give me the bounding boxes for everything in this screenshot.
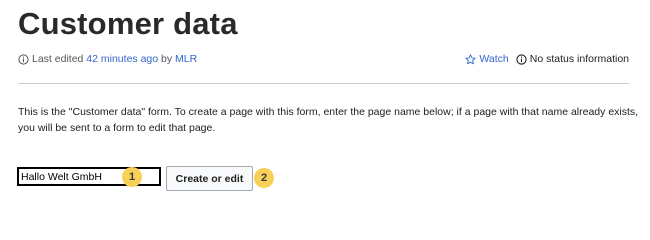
page-title: Customer data xyxy=(18,6,238,41)
step-badge-1: 1 xyxy=(122,167,142,187)
editor-link[interactable]: MLR xyxy=(175,53,197,65)
last-edited-prefix: Last edited xyxy=(32,53,84,65)
last-edited-info: Last edited 42 minutes ago by MLR xyxy=(18,53,197,65)
page-actions: Watch No status information xyxy=(465,53,629,65)
watch-label: Watch xyxy=(479,53,509,65)
status-info-icon xyxy=(516,53,527,65)
header-divider xyxy=(18,83,629,84)
info-icon xyxy=(18,53,29,65)
by-label: by xyxy=(161,53,173,65)
page-meta-bar: Last edited 42 minutes ago by MLR Watch xyxy=(18,53,629,69)
status-label: No status information xyxy=(529,53,629,65)
watch-button[interactable]: Watch xyxy=(465,53,509,65)
last-edited-time-link[interactable]: 42 minutes ago xyxy=(86,53,158,65)
create-or-edit-button[interactable]: Create or edit xyxy=(166,166,253,191)
intro-line-2: you will be sent to a form to edit that … xyxy=(18,122,216,134)
star-icon xyxy=(465,53,477,65)
intro-line-1: This is the "Customer data" form. To cre… xyxy=(18,106,639,118)
form-intro-text: This is the "Customer data" form. To cre… xyxy=(18,104,638,136)
step-badge-2: 2 xyxy=(254,168,274,188)
status-indicator: No status information xyxy=(516,53,629,65)
